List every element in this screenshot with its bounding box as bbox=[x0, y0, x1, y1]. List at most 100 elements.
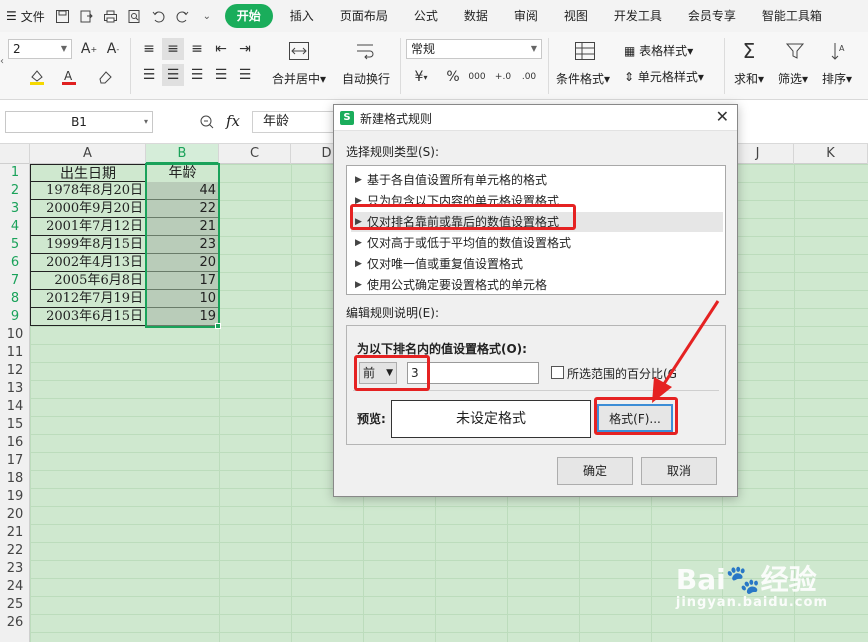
row-header[interactable]: 14 bbox=[0, 398, 30, 416]
tab-view[interactable]: 视图 bbox=[551, 4, 601, 28]
age-cell[interactable]: 21 bbox=[146, 218, 219, 236]
close-icon[interactable]: ✕ bbox=[716, 107, 729, 126]
clear-format-icon[interactable] bbox=[94, 66, 116, 88]
wrap-text-button[interactable]: 自动换行 bbox=[342, 70, 390, 87]
tab-page-layout[interactable]: 页面布局 bbox=[327, 4, 401, 28]
increase-indent-icon[interactable]: ⇥ bbox=[234, 38, 256, 60]
row-header[interactable]: 6 bbox=[0, 254, 30, 272]
row-header[interactable]: 8 bbox=[0, 290, 30, 308]
save-icon[interactable] bbox=[51, 4, 75, 28]
row-header[interactable]: 16 bbox=[0, 434, 30, 452]
tab-developer[interactable]: 开发工具 bbox=[601, 4, 675, 28]
rule-type-item[interactable]: ▶ 基于各自值设置所有单元格的格式 bbox=[351, 170, 723, 190]
font-size-select[interactable]: 2 ▼ bbox=[8, 39, 72, 59]
row-header[interactable]: 4 bbox=[0, 218, 30, 236]
row-header[interactable]: 17 bbox=[0, 452, 30, 470]
conditional-format-button[interactable]: 条件格式▾ bbox=[556, 70, 610, 87]
row-header[interactable]: 12 bbox=[0, 362, 30, 380]
number-format-select[interactable]: 常规 ▼ bbox=[406, 39, 542, 59]
print-icon[interactable] bbox=[99, 4, 123, 28]
filter-button[interactable]: 筛选▾ bbox=[778, 70, 808, 87]
column-header-k[interactable]: K bbox=[794, 144, 868, 164]
age-cell[interactable]: 44 bbox=[146, 182, 219, 200]
percent-checkbox[interactable] bbox=[551, 366, 564, 379]
decrease-decimal-icon[interactable]: .00 bbox=[518, 66, 540, 88]
column-header-a[interactable]: A bbox=[30, 144, 146, 164]
sort-icon[interactable]: A bbox=[828, 40, 850, 62]
merge-center-button[interactable]: 合并居中▾ bbox=[272, 70, 326, 87]
row-header[interactable]: 11 bbox=[0, 344, 30, 362]
thousands-icon[interactable]: 000 bbox=[466, 66, 488, 88]
print-preview-icon[interactable] bbox=[123, 4, 147, 28]
tab-data[interactable]: 数据 bbox=[451, 4, 501, 28]
wrap-text-icon[interactable] bbox=[354, 40, 376, 62]
rank-direction-select[interactable]: 前 ▼ bbox=[359, 362, 397, 384]
rank-value-input[interactable]: 3 bbox=[407, 362, 539, 384]
column-header-c[interactable]: C bbox=[219, 144, 291, 164]
age-cell[interactable]: 19 bbox=[146, 308, 219, 326]
rule-type-item[interactable]: ▶ 只为包含以下内容的单元格设置格式 bbox=[351, 191, 723, 211]
rule-type-item[interactable]: ▶ 仅对唯一值或重复值设置格式 bbox=[351, 254, 723, 274]
fx-icon[interactable]: fx bbox=[226, 112, 240, 130]
birthdate-cell[interactable]: 1978年8月20日 bbox=[30, 182, 146, 200]
file-menu[interactable]: ☰ 文件 bbox=[0, 4, 51, 28]
font-color-icon[interactable]: A bbox=[58, 66, 80, 88]
decrease-indent-icon[interactable]: ⇤ bbox=[210, 38, 232, 60]
distributed-icon[interactable]: ☰ bbox=[234, 64, 256, 86]
rule-type-item[interactable]: ▶ 仅对高于或低于平均值的数值设置格式 bbox=[351, 233, 723, 253]
row-header[interactable]: 10 bbox=[0, 326, 30, 344]
column-header-b[interactable]: B bbox=[146, 144, 219, 164]
row-header[interactable]: 23 bbox=[0, 560, 30, 578]
birthdate-cell[interactable]: 2005年6月8日 bbox=[30, 272, 146, 290]
fill-handle[interactable] bbox=[215, 323, 221, 329]
row-header[interactable]: 25 bbox=[0, 596, 30, 614]
age-cell[interactable]: 22 bbox=[146, 200, 219, 218]
justify-icon[interactable]: ☰ bbox=[210, 64, 232, 86]
birthdate-cell[interactable]: 1999年8月15日 bbox=[30, 236, 146, 254]
tab-insert[interactable]: 插入 bbox=[277, 4, 327, 28]
ribbon-scroll-left-icon[interactable]: ‹ bbox=[0, 56, 8, 76]
sum-icon[interactable]: Σ bbox=[738, 39, 760, 63]
header-cell-birthdate[interactable]: 出生日期 bbox=[30, 164, 146, 182]
rule-type-item[interactable]: ▶ 仅对排名靠前或靠后的数值设置格式 bbox=[351, 212, 723, 232]
row-header[interactable]: 5 bbox=[0, 236, 30, 254]
redo-icon[interactable] bbox=[171, 4, 195, 28]
align-top-icon[interactable]: ≡ bbox=[138, 38, 160, 60]
row-header[interactable]: 22 bbox=[0, 542, 30, 560]
tab-member[interactable]: 会员专享 bbox=[675, 4, 749, 28]
quick-access-dropdown-icon[interactable]: ⌄ bbox=[195, 4, 219, 28]
row-header[interactable]: 13 bbox=[0, 380, 30, 398]
dialog-titlebar[interactable]: S 新建格式规则 ✕ bbox=[334, 105, 737, 131]
zoom-formula-icon[interactable] bbox=[196, 111, 218, 133]
birthdate-cell[interactable]: 2001年7月12日 bbox=[30, 218, 146, 236]
percent-icon[interactable]: % bbox=[442, 66, 464, 88]
birthdate-cell[interactable]: 2000年9月20日 bbox=[30, 200, 146, 218]
birthdate-cell[interactable]: 2002年4月13日 bbox=[30, 254, 146, 272]
sum-button[interactable]: 求和▾ bbox=[734, 70, 764, 87]
align-bottom-icon[interactable]: ≡ bbox=[186, 38, 208, 60]
table-style-button[interactable]: ▦ 表格样式▾ bbox=[624, 42, 693, 59]
conditional-format-icon[interactable] bbox=[574, 40, 596, 62]
tab-formulas[interactable]: 公式 bbox=[401, 4, 451, 28]
ok-button[interactable]: 确定 bbox=[557, 457, 633, 485]
birthdate-cell[interactable]: 2012年7月19日 bbox=[30, 290, 146, 308]
merge-center-icon[interactable] bbox=[288, 40, 310, 62]
filter-icon[interactable] bbox=[784, 40, 806, 62]
birthdate-cell[interactable]: 2003年6月15日 bbox=[30, 308, 146, 326]
row-header[interactable]: 15 bbox=[0, 416, 30, 434]
tab-review[interactable]: 审阅 bbox=[501, 4, 551, 28]
row-header[interactable]: 18 bbox=[0, 470, 30, 488]
increase-decimal-icon[interactable]: +.0 bbox=[492, 66, 514, 88]
row-header[interactable]: 1 bbox=[0, 164, 30, 182]
increase-font-icon[interactable]: A + bbox=[78, 38, 100, 60]
formula-input[interactable]: 年龄 bbox=[252, 111, 342, 133]
sort-button[interactable]: 排序▾ bbox=[822, 70, 852, 87]
header-cell-age[interactable]: 年龄 bbox=[146, 164, 219, 182]
row-header[interactable]: 24 bbox=[0, 578, 30, 596]
row-header[interactable]: 21 bbox=[0, 524, 30, 542]
age-cell[interactable]: 10 bbox=[146, 290, 219, 308]
age-cell[interactable]: 17 bbox=[146, 272, 219, 290]
align-left-icon[interactable]: ☰ bbox=[138, 64, 160, 86]
align-right-icon[interactable]: ☰ bbox=[186, 64, 208, 86]
row-header[interactable]: 20 bbox=[0, 506, 30, 524]
